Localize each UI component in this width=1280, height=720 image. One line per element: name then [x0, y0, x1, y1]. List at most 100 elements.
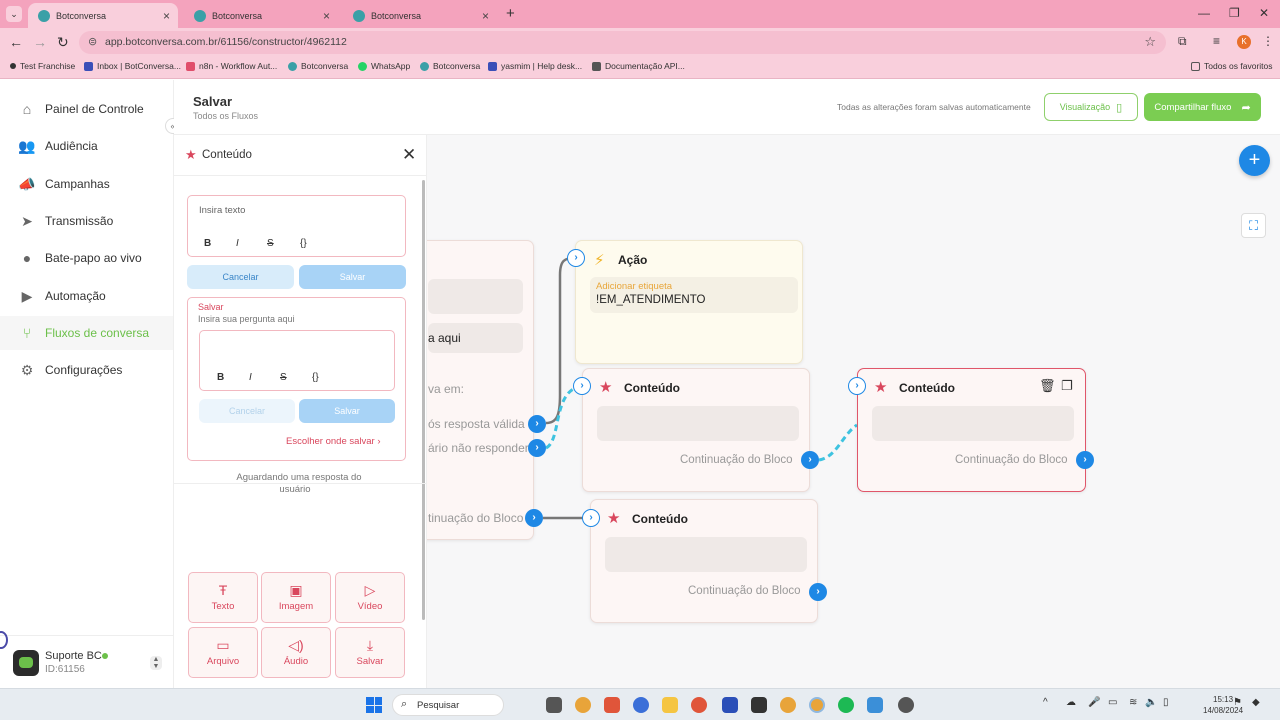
bookmark-star-icon[interactable]: ☆ [1144, 34, 1156, 50]
notification-bell-icon[interactable]: ⚑ [1233, 697, 1242, 708]
profile-avatar[interactable]: K [1237, 35, 1251, 49]
bookmark-item[interactable]: WhatsApp [358, 61, 410, 71]
browser-tab-3[interactable]: Botconversa × [343, 3, 497, 28]
extensions-icon[interactable]: ⧉ [1178, 34, 1187, 49]
wifi-icon[interactable]: ≋ [1129, 697, 1137, 708]
notepad-icon[interactable] [867, 697, 883, 713]
question-input[interactable]: B I S {} [199, 330, 395, 391]
fit-screen-icon[interactable]: ⛶ [1241, 213, 1266, 238]
file-explorer-icon[interactable] [662, 697, 678, 713]
display-icon[interactable]: ▭ [1108, 697, 1117, 708]
cancel-button[interactable]: Cancelar [199, 399, 295, 423]
chrome-active-icon[interactable] [809, 697, 825, 713]
chrome-icon[interactable] [780, 697, 796, 713]
sidebar-item-campanhas[interactable]: 📣 Campanhas [18, 176, 109, 192]
code-button[interactable]: {} [300, 238, 307, 249]
add-file-tile[interactable]: ▭ Arquivo [188, 627, 258, 678]
bookmark-item[interactable]: Botconversa [288, 61, 348, 71]
sidebar-item-automacao[interactable]: ▶ Automação [18, 288, 106, 304]
input-port[interactable]: › [582, 509, 600, 527]
address-bar[interactable]: ⊜ app.botconversa.com.br/61156/construct… [79, 31, 1166, 54]
back-arrow-icon[interactable]: ← [9, 34, 23, 50]
input-port[interactable]: › [848, 377, 866, 395]
strikethrough-button[interactable]: S [280, 372, 287, 383]
bookmark-item[interactable]: Documentação API... [592, 61, 685, 71]
cloud-icon[interactable]: ☁ [1066, 697, 1076, 708]
sidebar-item-batepapo[interactable]: ● Bate-papo ao vivo [18, 250, 142, 266]
chevron-updown-icon[interactable]: ▲ ▼ [150, 656, 162, 670]
chevron-up-icon[interactable]: ^ [1043, 697, 1048, 708]
save-button[interactable]: Salvar [299, 265, 406, 289]
site-info-icon[interactable]: ⊜ [88, 35, 97, 48]
taskbar-search[interactable]: ⌕ Pesquisar [392, 694, 504, 716]
bookmark-item[interactable]: yasmim | Help desk... [488, 61, 582, 71]
battery-icon[interactable]: ▯ [1163, 697, 1169, 708]
bookmark-item[interactable]: Test Franchise [10, 61, 75, 71]
output-port[interactable]: › [809, 583, 827, 601]
browser-tab-1[interactable]: Botconversa × [28, 3, 178, 28]
add-text-tile[interactable]: Ŧ Texto [188, 572, 258, 623]
code-button[interactable]: {} [312, 372, 319, 383]
add-image-tile[interactable]: ▣ Imagem [261, 572, 331, 623]
copilot-icon[interactable]: ◆ [1252, 697, 1260, 708]
close-icon[interactable]: × [323, 9, 330, 23]
content-node-selected[interactable]: ★ Conteúdo 🗑 ❐ Continuação do Bloco [857, 368, 1086, 492]
volume-icon[interactable]: 🔈 [1145, 697, 1157, 708]
output-port[interactable]: › [525, 509, 543, 527]
edge-icon[interactable] [633, 697, 649, 713]
brave-icon[interactable] [604, 697, 620, 713]
bookmark-item[interactable]: n8n - Workflow Aut... [186, 61, 277, 71]
input-port[interactable]: › [573, 377, 591, 395]
menu-kebab-icon[interactable]: ⋮ [1262, 34, 1274, 48]
bookmark-item[interactable]: Botconversa [420, 61, 480, 71]
sidebar-item-fluxos[interactable]: ⑂ Fluxos de conversa [18, 325, 149, 341]
browser-tab-2[interactable]: Botconversa × [184, 3, 338, 28]
bold-button[interactable]: B [204, 238, 211, 249]
microphone-icon[interactable]: 🎤 [1088, 697, 1100, 708]
content-node[interactable]: ★ Conteúdo Continuação do Bloco [582, 368, 810, 492]
sidebar-item-painel[interactable]: ⌂ Painel de Controle [18, 101, 144, 117]
close-icon[interactable]: × [163, 9, 170, 23]
content-node[interactable]: ★ Conteúdo Continuação do Bloco [590, 499, 818, 623]
close-icon[interactable]: ✕ [402, 145, 416, 165]
bold-button[interactable]: B [217, 372, 224, 383]
close-icon[interactable]: × [482, 9, 489, 23]
media-icon[interactable]: ≡ [1213, 34, 1220, 48]
new-tab-plus-icon[interactable]: + [506, 5, 515, 22]
flow-canvas[interactable]: a aqui va em: ós resposta válida ário nã… [427, 135, 1280, 688]
windows-start-icon[interactable] [366, 697, 382, 713]
question-placeholder[interactable]: Insira sua pergunta aqui [198, 314, 295, 324]
trash-icon[interactable]: 🗑 [1039, 378, 1056, 394]
sidebar-item-audiencia[interactable]: 👥 Audiência [18, 138, 97, 154]
app-icon[interactable] [691, 697, 707, 713]
question-node-partial[interactable]: a aqui va em: ós resposta válida ário nã… [427, 240, 534, 540]
window-close-icon[interactable]: ✕ [1259, 6, 1269, 20]
input-port[interactable]: › [567, 249, 585, 267]
all-favorites-folder[interactable]: Todos os favoritos [1191, 61, 1273, 71]
share-flow-button[interactable]: Compartilhar fluxo ➦ [1144, 93, 1261, 121]
choose-save-location-link[interactable]: Escolher onde salvar › [286, 436, 381, 447]
forward-arrow-icon[interactable]: → [33, 34, 47, 50]
cancel-button[interactable]: Cancelar [187, 265, 294, 289]
reload-icon[interactable]: ↻ [57, 34, 69, 51]
task-view-icon[interactable] [546, 697, 562, 713]
duplicate-icon[interactable]: ❐ [1061, 378, 1073, 394]
output-port[interactable]: › [801, 451, 819, 469]
italic-button[interactable]: I [236, 238, 239, 249]
sidebar-item-configuracoes[interactable]: ⚙ Configurações [18, 362, 123, 378]
breadcrumb[interactable]: Todos os Fluxos [193, 111, 258, 121]
panel-scrollbar[interactable] [422, 180, 425, 620]
strikethrough-button[interactable]: S [267, 238, 274, 249]
vscode-icon[interactable] [722, 697, 738, 713]
tab-search-button[interactable]: ⌄ [6, 6, 22, 22]
output-port[interactable]: › [1076, 451, 1094, 469]
add-save-tile[interactable]: ⤓ Salvar [335, 627, 405, 678]
italic-button[interactable]: I [249, 372, 252, 383]
app-icon[interactable] [751, 697, 767, 713]
output-port[interactable]: › [528, 415, 546, 433]
app-icon[interactable] [898, 697, 914, 713]
action-node[interactable]: ⚡ Ação Adicionar etiqueta !EM_ATENDIMENT… [575, 240, 803, 364]
chrome-icon[interactable] [575, 697, 591, 713]
output-port[interactable]: › [528, 439, 546, 457]
sidebar-item-transmissao[interactable]: ➤ Transmissão [18, 213, 113, 229]
